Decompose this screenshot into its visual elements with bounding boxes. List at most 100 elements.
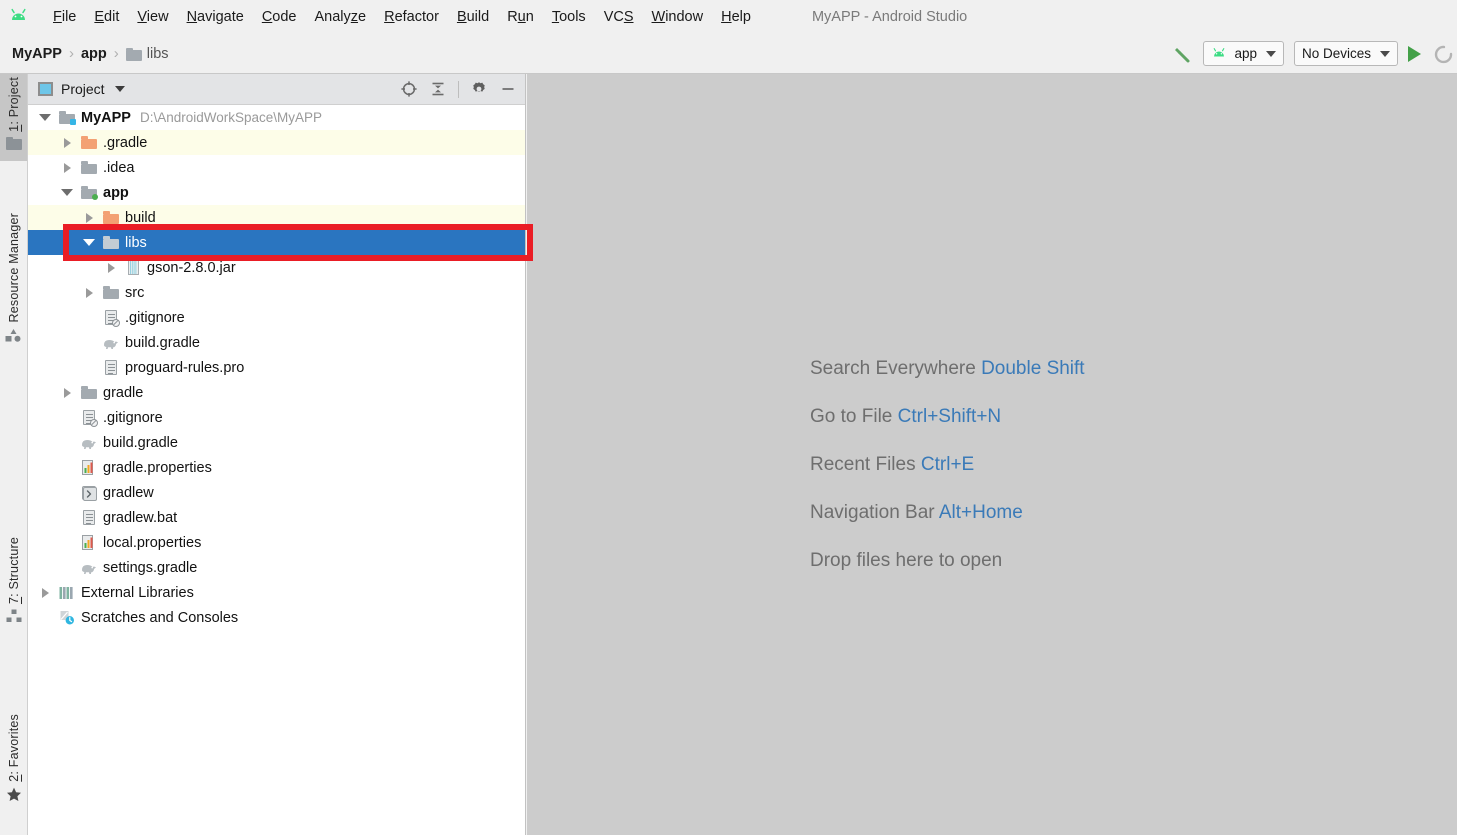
chevron-right-icon[interactable] — [78, 212, 100, 223]
menu-item-navigate[interactable]: Navigate — [178, 7, 253, 27]
tree-row[interactable]: gradlew.bat — [28, 505, 525, 530]
project-panel-header: Project — [28, 74, 525, 105]
android-robot-icon — [8, 7, 34, 27]
tree-row[interactable]: gradlew — [28, 480, 525, 505]
tree-node-label: gradle — [103, 384, 144, 401]
locate-target-icon[interactable] — [400, 80, 418, 98]
gradle-elephant-icon — [80, 561, 98, 575]
tree-row[interactable]: .idea — [28, 155, 525, 180]
tree-node-label: build.gradle — [125, 334, 200, 351]
chevron-right-icon[interactable] — [78, 287, 100, 298]
navigation-toolbar: MyAPP › app › libs app No Devices — [0, 34, 1457, 74]
breadcrumb: MyAPP › app › libs — [12, 34, 169, 73]
tree-node-label: gradle.properties — [103, 459, 212, 476]
tree-row[interactable]: .gitignore — [28, 305, 525, 330]
tree-row[interactable]: gson-2.8.0.jar — [28, 255, 525, 280]
tree-row[interactable]: Scratches and Consoles — [28, 605, 525, 630]
device-selector[interactable]: No Devices — [1293, 41, 1398, 66]
tree-node-label: gradlew.bat — [103, 509, 178, 526]
menu-item-code[interactable]: Code — [253, 7, 306, 27]
run-triangle-icon[interactable] — [1408, 45, 1421, 62]
collapse-all-icon[interactable] — [429, 80, 447, 98]
tree-row[interactable]: External Libraries — [28, 580, 525, 605]
tree-row[interactable]: .gradle — [28, 130, 525, 155]
project-tool-window: Project MyAPP D:\AndroidWorkSpace\MyAPP … — [28, 74, 533, 835]
chevron-right-icon[interactable] — [100, 262, 122, 273]
menu-item-refactor[interactable]: Refactor — [375, 7, 448, 27]
tree-node-icon — [78, 510, 100, 525]
chevron-right-icon[interactable] — [56, 387, 78, 398]
menu-item-file[interactable]: File — [44, 7, 85, 27]
project-tree[interactable]: MyAPP D:\AndroidWorkSpace\MyAPP .gradle .id… — [28, 105, 525, 630]
tree-node-label: Scratches and Consoles — [81, 609, 239, 626]
menu-item-window[interactable]: Window — [643, 7, 713, 27]
chevron-down-icon[interactable] — [34, 114, 56, 121]
tree-node-icon — [56, 586, 78, 600]
tree-row[interactable]: local.properties — [28, 530, 525, 555]
hammer-icon[interactable] — [1171, 43, 1193, 65]
tree-node-icon — [78, 436, 100, 450]
tree-node-label: proguard-rules.pro — [125, 359, 245, 376]
menu-item-build[interactable]: Build — [448, 7, 498, 27]
tree-node-icon — [78, 485, 100, 501]
debug-icon[interactable] — [1431, 43, 1453, 65]
libraries-icon — [59, 586, 75, 600]
sidebar-item-favorites[interactable]: 2: Favorites — [0, 711, 27, 813]
menu-item-edit[interactable]: Edit — [85, 7, 128, 27]
chevron-down-icon[interactable] — [78, 239, 100, 246]
project-panel-title: Project — [61, 81, 105, 97]
project-view-icon — [38, 82, 53, 96]
tree-row[interactable]: gradle.properties — [28, 455, 525, 480]
tree-node-icon — [100, 211, 122, 224]
text-file-icon — [83, 510, 95, 525]
sidebar-item-project[interactable]: 1: Project — [0, 74, 27, 161]
menu-item-help[interactable]: Help — [712, 7, 760, 27]
tree-row[interactable]: settings.gradle — [28, 555, 525, 580]
breadcrumb-item-libs[interactable]: libs — [147, 46, 169, 62]
android-robot-icon — [1211, 47, 1228, 60]
tree-row[interactable]: MyAPP D:\AndroidWorkSpace\MyAPP — [28, 105, 525, 130]
tree-row[interactable]: build.gradle — [28, 330, 525, 355]
menu-item-analyze[interactable]: Analyze — [306, 7, 376, 27]
chevron-right-icon[interactable] — [56, 162, 78, 173]
chevron-down-icon[interactable] — [56, 189, 78, 196]
tree-row-selected[interactable]: libs — [28, 230, 525, 255]
chevron-right-icon[interactable] — [56, 137, 78, 148]
editor-hint-shortcut: Ctrl+E — [920, 454, 975, 475]
folder-icon — [81, 186, 98, 200]
menu-item-run[interactable]: Run — [498, 7, 543, 27]
sidebar-item-structure[interactable]: 7: Structure — [0, 534, 27, 634]
menu-item-tools[interactable]: Tools — [543, 7, 595, 27]
tree-row[interactable]: build.gradle — [28, 430, 525, 455]
sidebar-item-resource-manager[interactable]: Resource Manager — [0, 210, 27, 353]
tree-row[interactable]: app — [28, 180, 525, 205]
tree-node-path: D:\AndroidWorkSpace\MyAPP — [139, 110, 323, 125]
tree-row[interactable]: proguard-rules.pro — [28, 355, 525, 380]
run-configuration-selector[interactable]: app — [1203, 41, 1284, 66]
minimize-icon[interactable] — [499, 80, 517, 98]
menu-bar: File Edit View Navigate Code Analyze Refactor B… — [0, 0, 1457, 34]
menu-item-vcs[interactable]: VCS — [595, 7, 643, 27]
shell-script-icon — [82, 485, 97, 501]
tree-node-label: local.properties — [103, 534, 202, 551]
gear-icon[interactable] — [470, 80, 488, 98]
tree-node-icon — [78, 410, 100, 427]
run-configuration-label: app — [1234, 46, 1257, 61]
tree-row[interactable]: build — [28, 205, 525, 230]
scratches-icon — [59, 610, 75, 625]
chevron-right-icon[interactable] — [34, 587, 56, 598]
editor-hint: Search Everywhere Double Shift — [810, 358, 1085, 380]
breadcrumb-item-app[interactable]: app — [81, 46, 107, 62]
editor-hint-action: Search Everywhere — [810, 358, 976, 379]
properties-file-icon — [81, 535, 97, 550]
tree-row[interactable]: src — [28, 280, 525, 305]
tree-node-label: gradlew — [103, 484, 154, 501]
tree-node-icon — [78, 186, 100, 200]
tree-row[interactable]: .gitignore — [28, 405, 525, 430]
chevron-down-icon — [1380, 50, 1390, 57]
device-selector-label: No Devices — [1301, 46, 1371, 61]
menu-item-view[interactable]: View — [128, 7, 177, 27]
breadcrumb-item-project[interactable]: MyAPP — [12, 46, 62, 62]
chevron-down-icon[interactable] — [114, 86, 125, 92]
tree-row[interactable]: gradle — [28, 380, 525, 405]
